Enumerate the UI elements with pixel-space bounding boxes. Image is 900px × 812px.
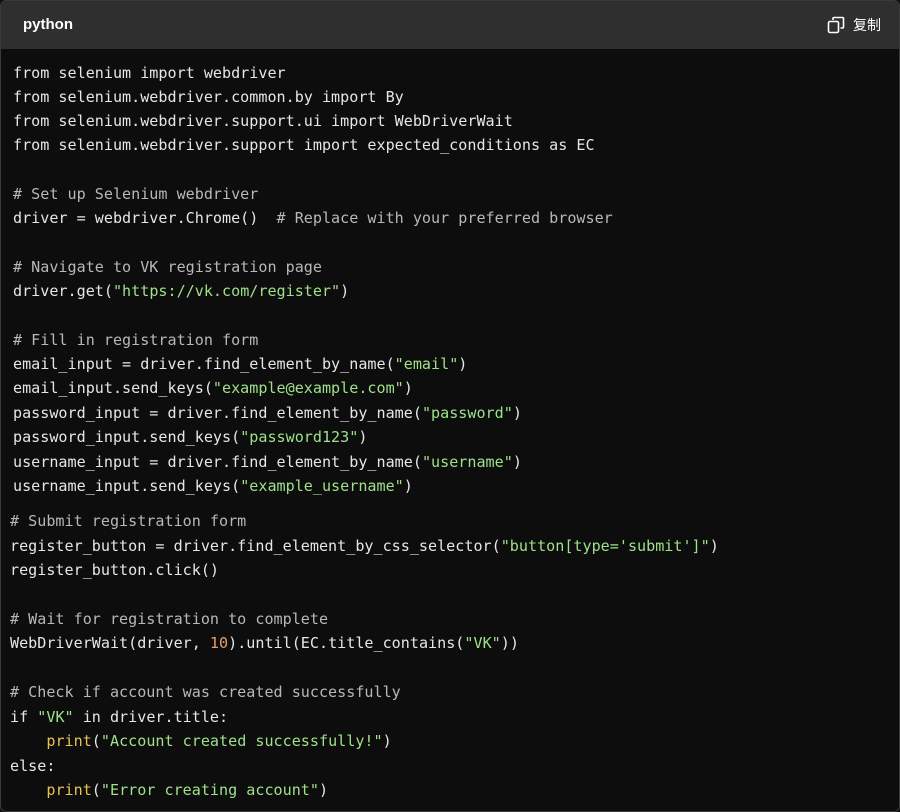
copy-button[interactable]: 复制: [827, 14, 881, 36]
code-line: else:: [10, 757, 56, 775]
code-line: from selenium import webdriver: [13, 64, 286, 82]
code-body: from selenium import webdriver from sele…: [1, 49, 899, 811]
code-comment: # Set up Selenium webdriver: [13, 185, 259, 203]
code-block: python 复制 from selenium import webdriver…: [0, 0, 900, 812]
code-comment: # Fill in registration form: [13, 331, 259, 349]
code-line: print("Account created successfully!"): [46, 732, 392, 750]
language-label: python: [23, 16, 73, 33]
code-line: username_input.send_keys("example_userna…: [13, 477, 413, 495]
code-line: username_input = driver.find_element_by_…: [13, 453, 522, 471]
code-line: register_button = driver.find_element_by…: [10, 537, 719, 555]
code-line: email_input = driver.find_element_by_nam…: [13, 355, 468, 373]
copy-icon: [827, 16, 845, 34]
code-line: password_input.send_keys("password123"): [13, 428, 368, 446]
code-block-header: python 复制: [1, 1, 899, 49]
code-comment: # Navigate to VK registration page: [13, 258, 322, 276]
code-line: driver = webdriver.Chrome() # Replace wi…: [13, 209, 613, 227]
code-line: print("Error creating account"): [46, 781, 329, 799]
code-comment: # Wait for registration to complete: [10, 610, 329, 628]
code-comment: # Submit registration form: [10, 512, 247, 530]
code-line: email_input.send_keys("example@example.c…: [13, 379, 413, 397]
code-line: if "VK" in driver.title:: [10, 708, 229, 726]
code-line: from selenium.webdriver.common.by import…: [13, 88, 404, 106]
code-line: driver.get("https://vk.com/register"): [13, 282, 350, 300]
copy-label: 复制: [853, 18, 881, 34]
code-line: password_input = driver.find_element_by_…: [13, 404, 522, 422]
code-line: WebDriverWait(driver, 10).until(EC.title…: [10, 634, 519, 652]
code-comment: # Check if account was created successfu…: [10, 683, 401, 701]
code-line: register_button.click(): [10, 561, 220, 579]
code-line: from selenium.webdriver.support import e…: [13, 136, 595, 154]
code-line: from selenium.webdriver.support.ui impor…: [13, 112, 513, 130]
